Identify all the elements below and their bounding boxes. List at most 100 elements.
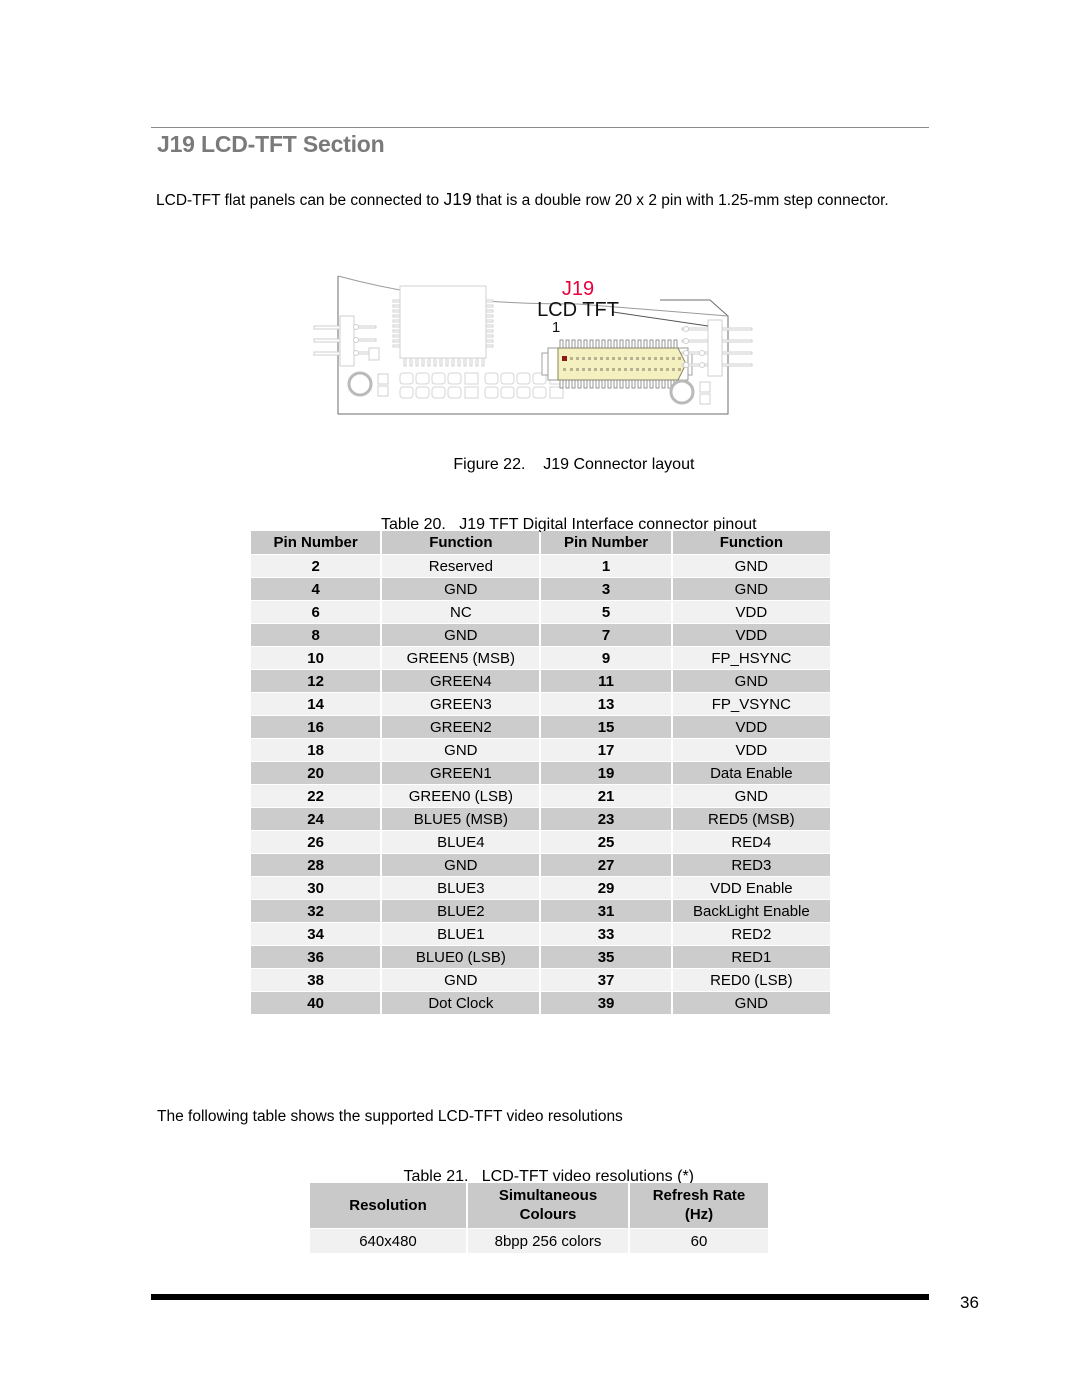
- figure-caption-label: Figure 22.: [453, 456, 526, 473]
- cell-function-right: RED0 (LSB): [672, 969, 830, 991]
- figure-caption-text: J19 Connector layout: [543, 456, 695, 473]
- intro-text-emphasis: J19: [443, 189, 472, 209]
- cell-pin-left: 30: [251, 877, 381, 899]
- cell-pin-right: 27: [541, 854, 671, 876]
- cell-pin-left: 38: [251, 969, 381, 991]
- table-row: 10 GREEN5 (MSB) 9 FP_HSYNC: [251, 647, 830, 669]
- cell-function-right: GND: [672, 555, 830, 577]
- cell-pin-right: 29: [541, 877, 671, 899]
- cell-resolution: 640x480: [310, 1229, 466, 1253]
- table-row: 26 BLUE4 25 RED4: [251, 831, 830, 853]
- cell-function-left: GND: [382, 969, 540, 991]
- cell-pin-right: 31: [541, 900, 671, 922]
- cell-pin-left: 4: [251, 578, 381, 600]
- cell-pin-left: 40: [251, 992, 381, 1014]
- board-ic-chip: [392, 285, 494, 367]
- board-mounting-hole-left: [347, 371, 389, 397]
- cell-pin-right: 17: [541, 739, 671, 761]
- cell-pin-left: 14: [251, 693, 381, 715]
- cell-pin-left: 24: [251, 808, 381, 830]
- intro-paragraph: LCD-TFT flat panels can be connected to …: [156, 186, 928, 214]
- cell-pin-right: 13: [541, 693, 671, 715]
- table-header-row: Pin Number Function Pin Number Function: [251, 531, 830, 554]
- board-mounting-hole-right: [669, 379, 711, 405]
- cell-pin-left: 26: [251, 831, 381, 853]
- cell-pin-right: 21: [541, 785, 671, 807]
- cell-colours: 8bpp 256 colors: [468, 1229, 628, 1253]
- page-title: J19 LCD-TFT Section: [157, 131, 385, 157]
- cell-function-left: GND: [382, 578, 540, 600]
- table-row: 36 BLUE0 (LSB) 35 RED1: [251, 946, 830, 968]
- pin-one-label: 1: [552, 319, 560, 336]
- cell-function-right: VDD Enable: [672, 877, 830, 899]
- cell-pin-right: 9: [541, 647, 671, 669]
- table-row: 12 GREEN4 11 GND: [251, 670, 830, 692]
- cell-function-right: GND: [672, 785, 830, 807]
- cell-pin-left: 2: [251, 555, 381, 577]
- cell-function-right: Data Enable: [672, 762, 830, 784]
- table-row: 34 BLUE1 33 RED2: [251, 923, 830, 945]
- cell-function-right: GND: [672, 578, 830, 600]
- document-page: J19 LCD-TFT Section LCD-TFT flat panels …: [0, 0, 1080, 1397]
- column-header-pin-number-left: Pin Number: [251, 531, 381, 554]
- cell-function-left: GREEN2: [382, 716, 540, 738]
- cell-function-left: BLUE3: [382, 877, 540, 899]
- table-row: 24 BLUE5 (MSB) 23 RED5 (MSB): [251, 808, 830, 830]
- cell-function-left: GREEN3: [382, 693, 540, 715]
- cell-function-left: GND: [382, 739, 540, 761]
- table-header-row: Resolution Simultaneous Colours Refresh …: [310, 1183, 768, 1228]
- cell-function-left: BLUE1: [382, 923, 540, 945]
- table-row: 6 NC 5 VDD: [251, 601, 830, 623]
- cell-pin-left: 36: [251, 946, 381, 968]
- cell-pin-left: 12: [251, 670, 381, 692]
- column-header-resolution-line1: Resolution: [349, 1196, 427, 1214]
- cell-function-right: RED1: [672, 946, 830, 968]
- table-row: 2 Reserved 1 GND: [251, 555, 830, 577]
- column-header-resolution: Resolution: [310, 1183, 466, 1228]
- cell-pin-right: 3: [541, 578, 671, 600]
- table-row: 32 BLUE2 31 BackLight Enable: [251, 900, 830, 922]
- column-header-function-left: Function: [382, 531, 540, 554]
- cell-function-left: BLUE2: [382, 900, 540, 922]
- cell-pin-right: 37: [541, 969, 671, 991]
- cell-function-left: NC: [382, 601, 540, 623]
- table-row: 4 GND 3 GND: [251, 578, 830, 600]
- cell-function-left: GREEN4: [382, 670, 540, 692]
- cell-function-right: GND: [672, 992, 830, 1014]
- figure-j19-connector-layout: J19 LCD TFT 1: [310, 268, 780, 443]
- table-row: 16 GREEN2 15 VDD: [251, 716, 830, 738]
- cell-function-right: VDD: [672, 601, 830, 623]
- cell-function-right: VDD: [672, 716, 830, 738]
- cell-pin-right: 39: [541, 992, 671, 1014]
- cell-function-right: FP_HSYNC: [672, 647, 830, 669]
- cell-function-right: VDD: [672, 739, 830, 761]
- column-header-colours-line2: Colours: [519, 1206, 577, 1223]
- cell-function-right: BackLight Enable: [672, 900, 830, 922]
- table-row: 40 Dot Clock 39 GND: [251, 992, 830, 1014]
- cell-function-right: RED5 (MSB): [672, 808, 830, 830]
- cell-function-right: RED3: [672, 854, 830, 876]
- cell-pin-left: 6: [251, 601, 381, 623]
- cell-function-right: RED2: [672, 923, 830, 945]
- cell-pin-right: 11: [541, 670, 671, 692]
- cell-pin-left: 22: [251, 785, 381, 807]
- table-row: 22 GREEN0 (LSB) 21 GND: [251, 785, 830, 807]
- header-rule: [151, 127, 929, 128]
- cell-function-left: BLUE5 (MSB): [382, 808, 540, 830]
- cell-function-left: BLUE0 (LSB): [382, 946, 540, 968]
- cell-function-left: BLUE4: [382, 831, 540, 853]
- column-header-refresh-line2: (Hz): [684, 1206, 714, 1223]
- cell-pin-right: 7: [541, 624, 671, 646]
- footer-rule: [151, 1294, 929, 1300]
- bottom-paragraph: The following table shows the supported …: [157, 1108, 623, 1125]
- table-row: 14 GREEN3 13 FP_VSYNC: [251, 693, 830, 715]
- cell-function-right: VDD: [672, 624, 830, 646]
- column-header-refresh-rate: Refresh Rate (Hz): [630, 1183, 768, 1228]
- cell-pin-right: 23: [541, 808, 671, 830]
- cell-function-left: Dot Clock: [382, 992, 540, 1014]
- column-header-refresh-line1: Refresh Rate: [652, 1187, 746, 1204]
- cell-function-right: GND: [672, 670, 830, 692]
- cell-pin-right: 5: [541, 601, 671, 623]
- intro-text-part1: LCD-TFT flat panels can be connected to: [156, 192, 444, 209]
- table-row: 8 GND 7 VDD: [251, 624, 830, 646]
